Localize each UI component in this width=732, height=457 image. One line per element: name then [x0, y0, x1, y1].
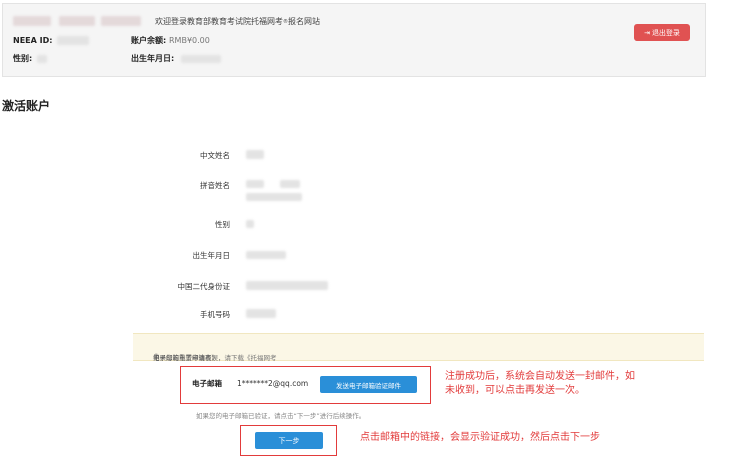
balance-value: RMB¥0.00 — [169, 36, 210, 45]
email-label: 电子邮箱 — [192, 379, 222, 388]
gender-form-label: 性别 — [215, 220, 230, 229]
phone-label: 手机号码 — [200, 310, 230, 319]
annotation-email-line2: 未收到，可以点击再发送一次。 — [445, 385, 585, 396]
redacted-pinyin — [246, 193, 302, 201]
redacted-phone — [246, 309, 276, 318]
redacted-birth — [246, 251, 286, 259]
annotation-email-line1: 注册成功后，系统会自动发送一封邮件，如 — [445, 371, 635, 382]
annotation-next: 点击邮箱中的链接，会显示验证成功，然后点击下一步 — [360, 432, 600, 443]
id-card-label: 中国二代身份证 — [177, 282, 231, 291]
redacted-chinese-name — [246, 150, 264, 159]
email-verified-hint: 如果您的电子邮箱已验证，请点击“下一步”进行后续操作。 — [196, 412, 366, 420]
logout-label: 退出登录 — [651, 29, 680, 37]
birth-form-label: 出生年月日 — [192, 251, 231, 260]
pinyin-name-label: 拼音姓名 — [200, 181, 230, 190]
gender-label: 性别: — [13, 54, 33, 63]
logout-icon: ⇥ — [644, 29, 650, 37]
email-value: 1*******2@qq.com — [237, 379, 309, 388]
redacted-gender — [37, 55, 47, 63]
notice-bar: 如果您的电子邮箱有误，请下载《托福网考 ® 电子邮箱重置申请表》 — [133, 333, 704, 362]
logout-button[interactable]: ⇥ 退出登录 — [634, 24, 690, 41]
redacted-neea-id — [57, 36, 89, 45]
redacted-name — [101, 16, 141, 26]
redacted-name — [59, 16, 95, 26]
account-header: 欢迎登录教育部教育考试院托福网考®报名网站 NEEA ID: 性别: 账户余额:… — [2, 3, 706, 77]
birth-label: 出生年月日: — [131, 54, 175, 63]
redacted-gender — [246, 220, 254, 228]
next-step-button[interactable]: 下一步 — [255, 432, 323, 449]
send-verification-email-button[interactable]: 发送电子邮箱验证邮件 — [320, 376, 417, 393]
welcome-text: 欢迎登录教育部教育考试院托福网考®报名网站 — [155, 17, 320, 26]
redacted-id-card — [246, 281, 328, 290]
redacted-pinyin — [246, 180, 264, 188]
chinese-name-label: 中文姓名 — [200, 151, 230, 160]
redacted-birth — [181, 55, 221, 63]
redacted-name — [13, 16, 51, 26]
neea-id-label: NEEA ID: — [13, 36, 53, 45]
balance-label: 账户余额: — [131, 36, 167, 45]
annotation-email: 注册成功后，系统会自动发送一封邮件，如 未收到，可以点击再发送一次。 — [445, 370, 635, 398]
page-title: 激活账户 — [2, 99, 51, 113]
redacted-pinyin — [280, 180, 300, 188]
